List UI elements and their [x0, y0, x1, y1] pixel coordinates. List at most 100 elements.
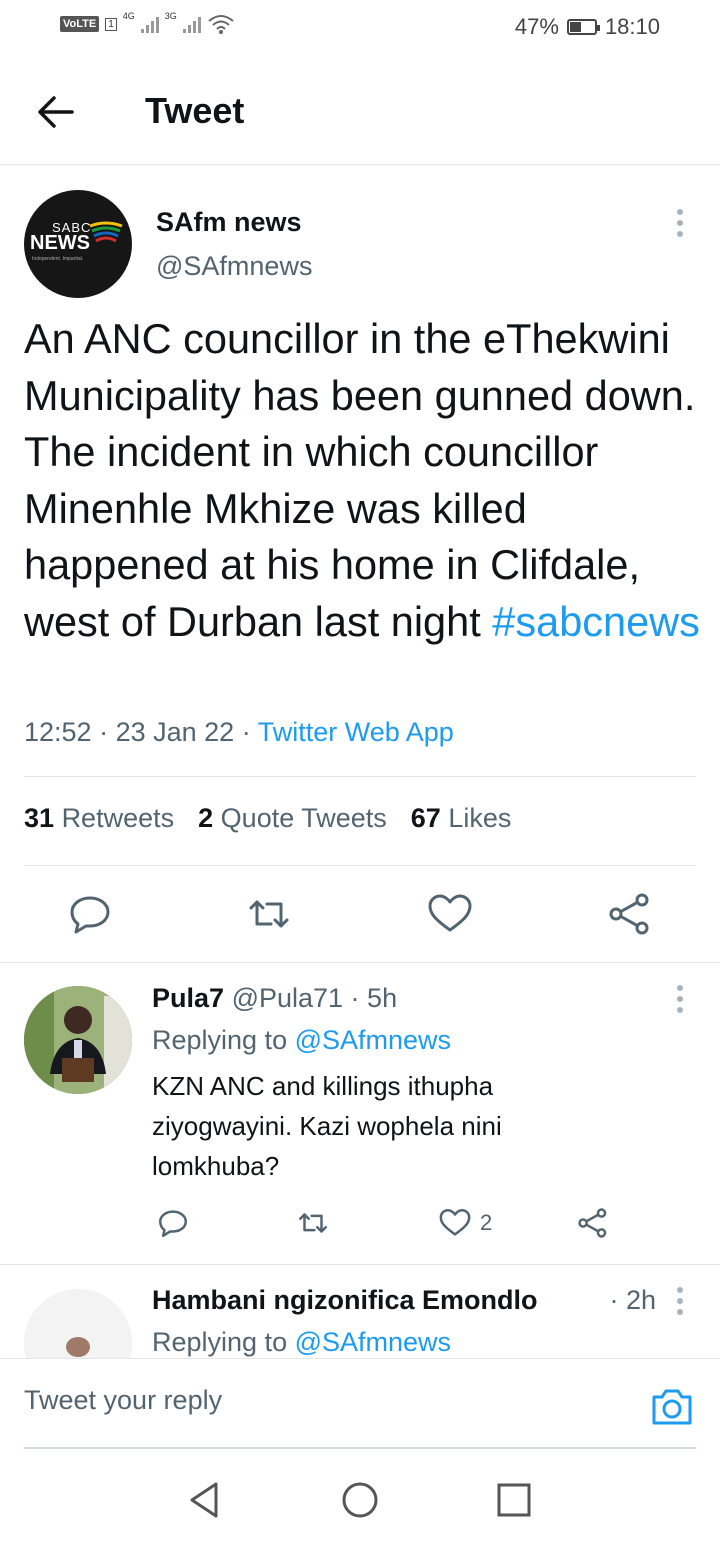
likes-count: 67	[410, 803, 441, 833]
avatar-tagline: Independent. Impartial.	[32, 256, 84, 262]
more-options-button[interactable]	[670, 209, 690, 239]
avatar-logo-main: NEWS	[30, 232, 90, 254]
reply-text: KZN ANC and killings ithupha ziyogwayini…	[152, 1071, 502, 1181]
reply-share-button[interactable]	[576, 1205, 610, 1241]
tweet-stats: 31 Retweets 2 Quote Tweets 67 Likes	[24, 803, 511, 834]
reply-more-button[interactable]	[670, 1287, 690, 1315]
retweet-icon	[249, 900, 289, 928]
nav-home-button[interactable]	[340, 1480, 380, 1520]
sim-slot: 1	[105, 17, 117, 31]
reply-avatar[interactable]	[24, 1289, 132, 1358]
retweets-count: 31	[24, 803, 55, 833]
replying-label: Replying to	[152, 1327, 295, 1357]
nav-back-button[interactable]	[184, 1480, 224, 1520]
retweet-icon	[299, 1213, 327, 1233]
replying-label: Replying to	[152, 1025, 295, 1055]
likes-label: Likes	[448, 803, 512, 833]
reply-header: Pula7 @Pula71 · 5h	[152, 983, 397, 1014]
top-app-bar: Tweet	[0, 56, 720, 165]
network-type-1: 4G	[122, 11, 135, 21]
author-handle[interactable]: @SAfmnews	[156, 251, 312, 282]
tweet-time: 12:52	[24, 717, 92, 747]
reply-more-button[interactable]	[670, 985, 690, 1013]
replying-to: Replying to @SAfmnews	[152, 1327, 451, 1358]
reply-header: Hambani ngizonifica Emondlo	[152, 1285, 538, 1316]
reply-actions: 2	[152, 1205, 622, 1245]
tweet-source-link[interactable]: Twitter Web App	[258, 717, 454, 747]
reply-avatar[interactable]	[24, 986, 132, 1094]
reply-separator: ·	[343, 983, 368, 1013]
dot-icon	[677, 1298, 683, 1304]
author-avatar[interactable]: SABC NEWS Independent. Impartial.	[24, 190, 132, 298]
person-photo-icon	[24, 1289, 132, 1358]
reply-tweet[interactable]: Hambani ngizonifica Emondlo · 2h Replyin…	[0, 1265, 720, 1358]
reply-author-name[interactable]: Hambani ngizonifica Emondlo	[152, 1285, 538, 1315]
reply-icon	[159, 1210, 187, 1237]
quotes-label: Quote Tweets	[220, 803, 387, 833]
reply-icon	[70, 896, 110, 934]
back-button[interactable]	[32, 88, 80, 136]
page-title: Tweet	[145, 90, 245, 131]
reply-time: · 2h	[609, 1285, 656, 1315]
dot-icon	[677, 231, 683, 237]
tweet-actions	[0, 890, 720, 960]
status-left: VoLTE 1 4G 3G	[60, 11, 235, 34]
tweet-text: An ANC councillor in the eThekwini Munic…	[24, 311, 704, 650]
quote-tweets-stat[interactable]: 2 Quote Tweets	[198, 803, 387, 834]
author-name[interactable]: SAfm news	[156, 207, 302, 238]
reply-like-count: 2	[480, 1210, 493, 1235]
status-bar: VoLTE 1 4G 3G 47% 18:10	[0, 0, 720, 54]
quotes-count: 2	[198, 803, 214, 833]
reply-author-name[interactable]: Pula7	[152, 983, 224, 1013]
reply-like-button[interactable]: 2	[438, 1205, 492, 1241]
divider	[24, 776, 696, 777]
signal-icon	[140, 15, 159, 33]
battery-icon	[566, 19, 600, 35]
tweet-date: 23 Jan 22	[115, 717, 235, 747]
dot-icon	[677, 1287, 683, 1293]
back-triangle-icon	[190, 1482, 218, 1518]
reply-retweet-button[interactable]	[296, 1205, 330, 1241]
like-icon	[439, 1209, 471, 1236]
home-circle-icon	[342, 1482, 378, 1518]
dot-icon	[677, 985, 683, 991]
divider	[24, 865, 696, 866]
dot-icon	[677, 996, 683, 1002]
tweet-meta: 12:52 · 23 Jan 22 · Twitter Web App	[24, 717, 454, 747]
camera-button[interactable]	[650, 1387, 694, 1427]
like-icon	[428, 894, 472, 932]
dot-icon	[677, 220, 683, 226]
retweets-label: Retweets	[61, 803, 175, 833]
composer-underline	[24, 1447, 696, 1449]
dot-icon	[677, 209, 683, 215]
replying-to: Replying to @SAfmnews	[152, 1025, 451, 1056]
retweet-button[interactable]	[245, 890, 293, 938]
like-button[interactable]	[426, 890, 474, 938]
recents-square-icon	[497, 1483, 531, 1517]
network-type-2: 3G	[164, 11, 177, 21]
clock: 18:10	[604, 14, 660, 39]
hashtag-link[interactable]: #sabcnews	[492, 598, 700, 645]
reply-input[interactable]: Tweet your reply	[24, 1385, 222, 1416]
share-icon	[578, 1208, 607, 1238]
reply-time: 5h	[367, 983, 398, 1013]
sabc-rainbow-icon	[89, 221, 123, 243]
battery-percent: 47%	[514, 14, 559, 39]
retweets-stat[interactable]: 31 Retweets	[24, 803, 174, 834]
tweet-text-body: An ANC councillor in the eThekwini Munic…	[24, 315, 696, 645]
reply-author-handle[interactable]: @Pula71	[232, 983, 343, 1013]
volte-badge: VoLTE	[60, 16, 100, 32]
likes-stat[interactable]: 67 Likes	[411, 803, 512, 834]
reply-reply-button[interactable]	[156, 1205, 190, 1241]
share-icon	[609, 893, 649, 935]
replying-to-link[interactable]: @SAfmnews	[295, 1025, 451, 1055]
dot-icon	[677, 1309, 683, 1315]
status-right: 47% 18:10	[515, 14, 660, 40]
signal-icon	[182, 15, 201, 33]
share-button[interactable]	[606, 890, 654, 938]
reply-button[interactable]	[66, 890, 114, 938]
reply-tweet[interactable]: Pula7 @Pula71 · 5h Replying to @SAfmnews…	[0, 963, 720, 1263]
camera-icon	[652, 1389, 692, 1425]
nav-recents-button[interactable]	[494, 1480, 534, 1520]
replying-to-link[interactable]: @SAfmnews	[295, 1327, 451, 1357]
